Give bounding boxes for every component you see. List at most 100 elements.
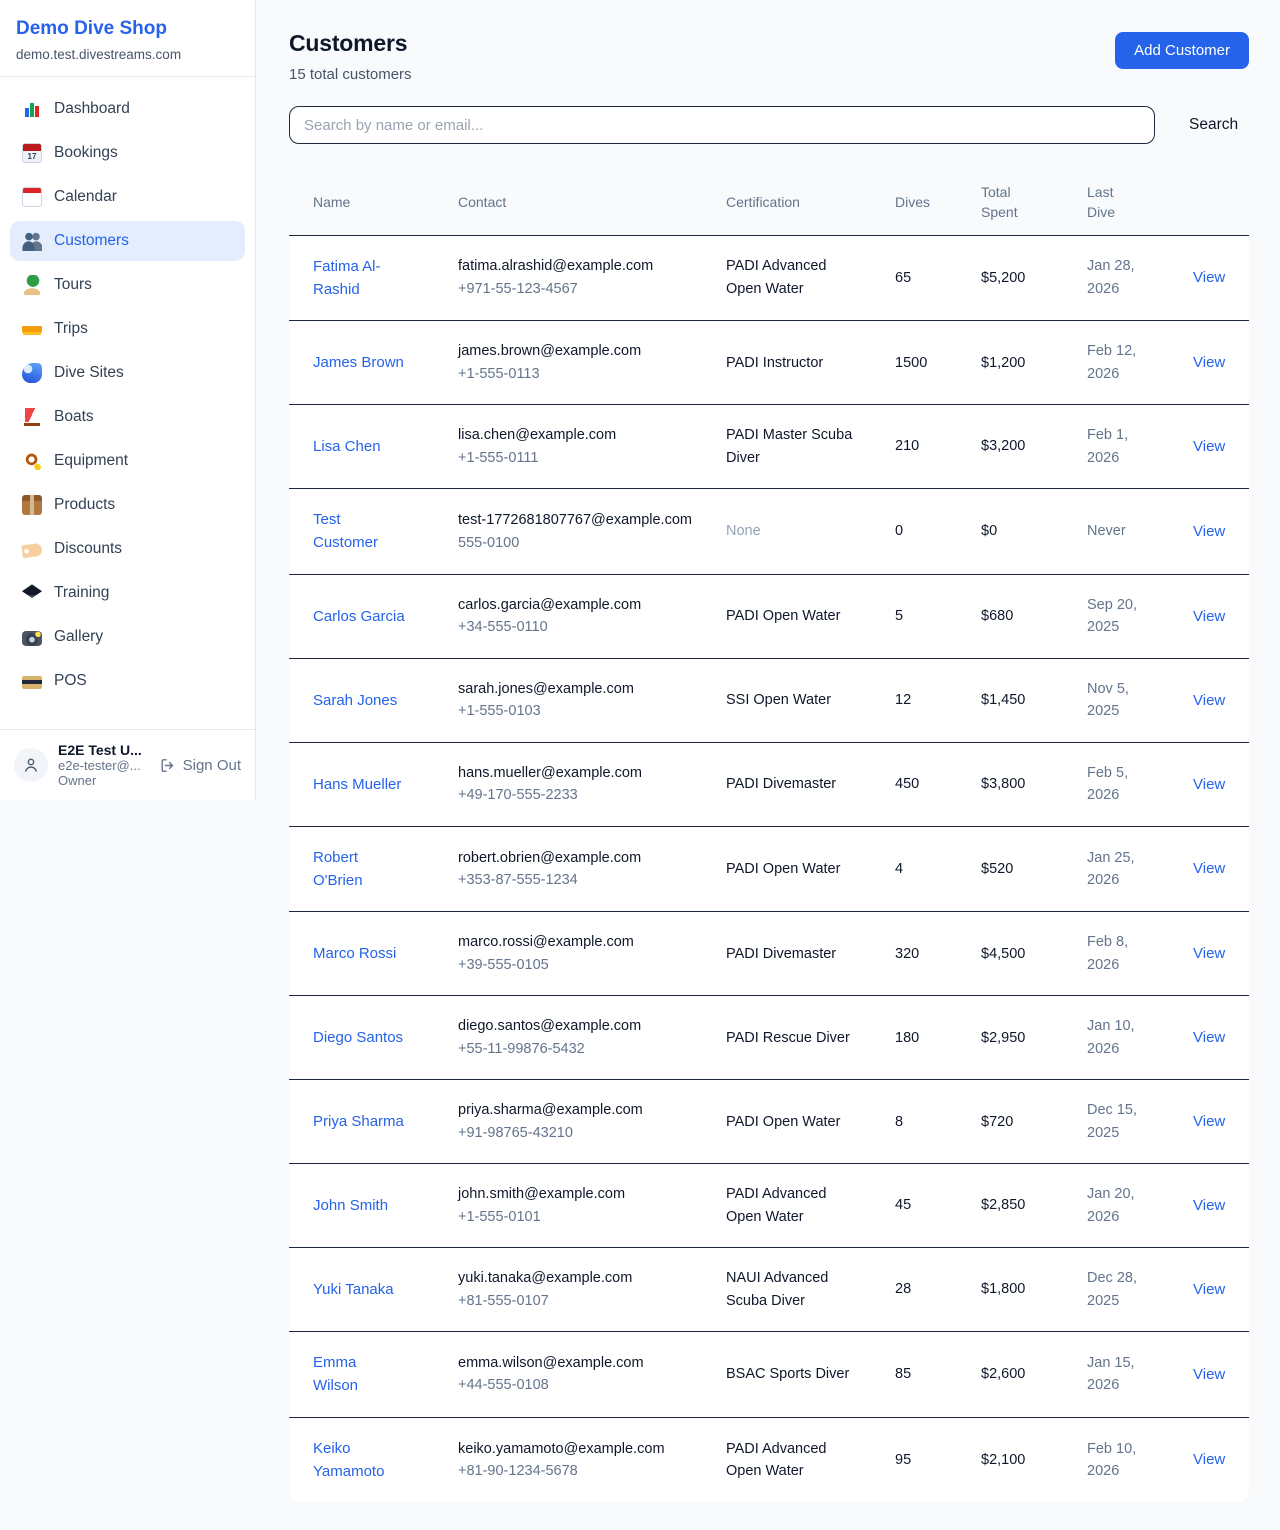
tear-off-calendar-icon: [22, 187, 42, 207]
customer-certification: PADI Instructor: [726, 352, 854, 374]
customer-name-link[interactable]: Fatima Al-Rashid: [313, 255, 405, 302]
customer-name-link[interactable]: Diego Santos: [313, 1026, 403, 1049]
customer-name-link[interactable]: Hans Mueller: [313, 773, 401, 796]
search-button[interactable]: Search: [1181, 110, 1246, 140]
customer-name-link[interactable]: Emma Wilson: [313, 1351, 405, 1398]
user-icon: [22, 756, 40, 774]
search-input[interactable]: [289, 106, 1155, 144]
customer-name-link[interactable]: Carlos Garcia: [313, 605, 405, 628]
view-customer-link[interactable]: View: [1193, 1281, 1225, 1298]
sidebar-item-dive-sites[interactable]: Dive Sites: [10, 353, 245, 393]
sidebar-item-discounts[interactable]: Discounts: [10, 529, 245, 569]
package-icon: [22, 495, 42, 515]
customer-last-dive: Feb 1, 2026: [1087, 424, 1151, 469]
table-header-row: Name Contact Certification Dives Total S…: [289, 170, 1249, 235]
page-header: Customers 15 total customers Add Custome…: [289, 30, 1249, 83]
table-row: Priya Sharma priya.sharma@example.com +9…: [289, 1080, 1249, 1164]
customer-dives: 210: [895, 435, 963, 457]
customer-email: hans.mueller@example.com: [458, 762, 708, 784]
customer-total-spent: $1,800: [981, 1278, 1069, 1300]
customer-name-link[interactable]: James Brown: [313, 351, 404, 374]
customer-phone: +353-87-555-1234: [458, 869, 708, 891]
customer-name-link[interactable]: Keiko Yamamoto: [313, 1437, 405, 1484]
customer-phone: +44-555-0108: [458, 1374, 708, 1396]
customer-name-link[interactable]: Sarah Jones: [313, 689, 397, 712]
customer-dives: 5: [895, 605, 963, 627]
sidebar-item-bookings[interactable]: Bookings: [10, 133, 245, 173]
sidebar-item-dashboard[interactable]: Dashboard: [10, 89, 245, 129]
add-customer-button[interactable]: Add Customer: [1115, 32, 1249, 69]
customer-total-spent: $2,100: [981, 1449, 1069, 1471]
sidebar-item-label: Training: [54, 584, 109, 602]
table-row: James Brown james.brown@example.com +1-5…: [289, 321, 1249, 405]
view-customer-link[interactable]: View: [1193, 354, 1225, 371]
view-customer-link[interactable]: View: [1193, 860, 1225, 877]
sidebar-item-tours[interactable]: Tours: [10, 265, 245, 305]
price-tag-icon: [21, 543, 43, 559]
customer-name-link[interactable]: John Smith: [313, 1194, 388, 1217]
customers-table-card: Name Contact Certification Dives Total S…: [289, 170, 1249, 1503]
view-customer-link[interactable]: View: [1193, 1197, 1225, 1214]
sidebar-item-trips[interactable]: Trips: [10, 309, 245, 349]
customer-total-spent: $2,600: [981, 1363, 1069, 1385]
view-customer-link[interactable]: View: [1193, 269, 1225, 286]
customer-phone: +49-170-555-2233: [458, 784, 708, 806]
customer-phone: +81-555-0107: [458, 1290, 708, 1312]
sidebar-item-label: Calendar: [54, 188, 117, 206]
table-row: Sarah Jones sarah.jones@example.com +1-5…: [289, 658, 1249, 742]
customer-certification: PADI Open Water: [726, 858, 854, 880]
sidebar-item-boats[interactable]: Boats: [10, 397, 245, 437]
customer-total-spent: $5,200: [981, 267, 1069, 289]
customer-email: marco.rossi@example.com: [458, 931, 708, 953]
customer-name-link[interactable]: Robert O'Brien: [313, 846, 405, 893]
sidebar-item-products[interactable]: Products: [10, 485, 245, 525]
customer-name-link[interactable]: Test Customer: [313, 508, 405, 555]
view-customer-link[interactable]: View: [1193, 1113, 1225, 1130]
wave-icon: [22, 363, 42, 383]
customer-certification: PADI Advanced Open Water: [726, 255, 854, 300]
view-customer-link[interactable]: View: [1193, 692, 1225, 709]
view-customer-link[interactable]: View: [1193, 1366, 1225, 1383]
customer-certification: BSAC Sports Diver: [726, 1363, 854, 1385]
view-customer-link[interactable]: View: [1193, 1029, 1225, 1046]
view-customer-link[interactable]: View: [1193, 523, 1225, 540]
customer-certification: PADI Open Water: [726, 605, 854, 627]
sidebar-item-training[interactable]: Training: [10, 573, 245, 613]
customer-count: 15 total customers: [289, 66, 412, 83]
customer-last-dive: Jan 25, 2026: [1087, 847, 1151, 892]
logout-icon: [159, 757, 176, 774]
customer-name-link[interactable]: Yuki Tanaka: [313, 1278, 394, 1301]
sidebar-item-customers[interactable]: Customers: [10, 221, 245, 261]
customer-name-link[interactable]: Priya Sharma: [313, 1110, 404, 1133]
sidebar-item-pos[interactable]: POS: [10, 661, 245, 701]
customer-email: emma.wilson@example.com: [458, 1352, 708, 1374]
view-customer-link[interactable]: View: [1193, 776, 1225, 793]
customer-last-dive: Nov 5, 2025: [1087, 678, 1151, 723]
customer-dives: 4: [895, 858, 963, 880]
customer-last-dive: Never: [1087, 520, 1151, 542]
customer-name-link[interactable]: Lisa Chen: [313, 435, 381, 458]
table-row: Yuki Tanaka yuki.tanaka@example.com +81-…: [289, 1248, 1249, 1332]
customer-phone: +1-555-0111: [458, 447, 708, 469]
view-customer-link[interactable]: View: [1193, 608, 1225, 625]
sidebar-item-gallery[interactable]: Gallery: [10, 617, 245, 657]
customer-dives: 85: [895, 1363, 963, 1385]
customer-last-dive: Jan 15, 2026: [1087, 1352, 1151, 1397]
view-customer-link[interactable]: View: [1193, 1451, 1225, 1468]
view-customer-link[interactable]: View: [1193, 945, 1225, 962]
customer-total-spent: $1,200: [981, 352, 1069, 374]
sign-out-button[interactable]: Sign Out: [159, 757, 241, 774]
customer-name-link[interactable]: Marco Rossi: [313, 942, 396, 965]
sidebar-item-calendar[interactable]: Calendar: [10, 177, 245, 217]
customer-dives: 65: [895, 267, 963, 289]
customer-last-dive: Dec 28, 2025: [1087, 1267, 1151, 1312]
customer-email: yuki.tanaka@example.com: [458, 1267, 708, 1289]
sidebar-item-equipment[interactable]: Equipment: [10, 441, 245, 481]
sidebar-item-label: POS: [54, 672, 87, 690]
customer-total-spent: $2,850: [981, 1194, 1069, 1216]
column-header-total-spent: Total Spent: [981, 170, 1087, 235]
customer-email: keiko.yamamoto@example.com: [458, 1438, 708, 1460]
customer-dives: 12: [895, 689, 963, 711]
column-header-name: Name: [289, 170, 458, 235]
view-customer-link[interactable]: View: [1193, 438, 1225, 455]
